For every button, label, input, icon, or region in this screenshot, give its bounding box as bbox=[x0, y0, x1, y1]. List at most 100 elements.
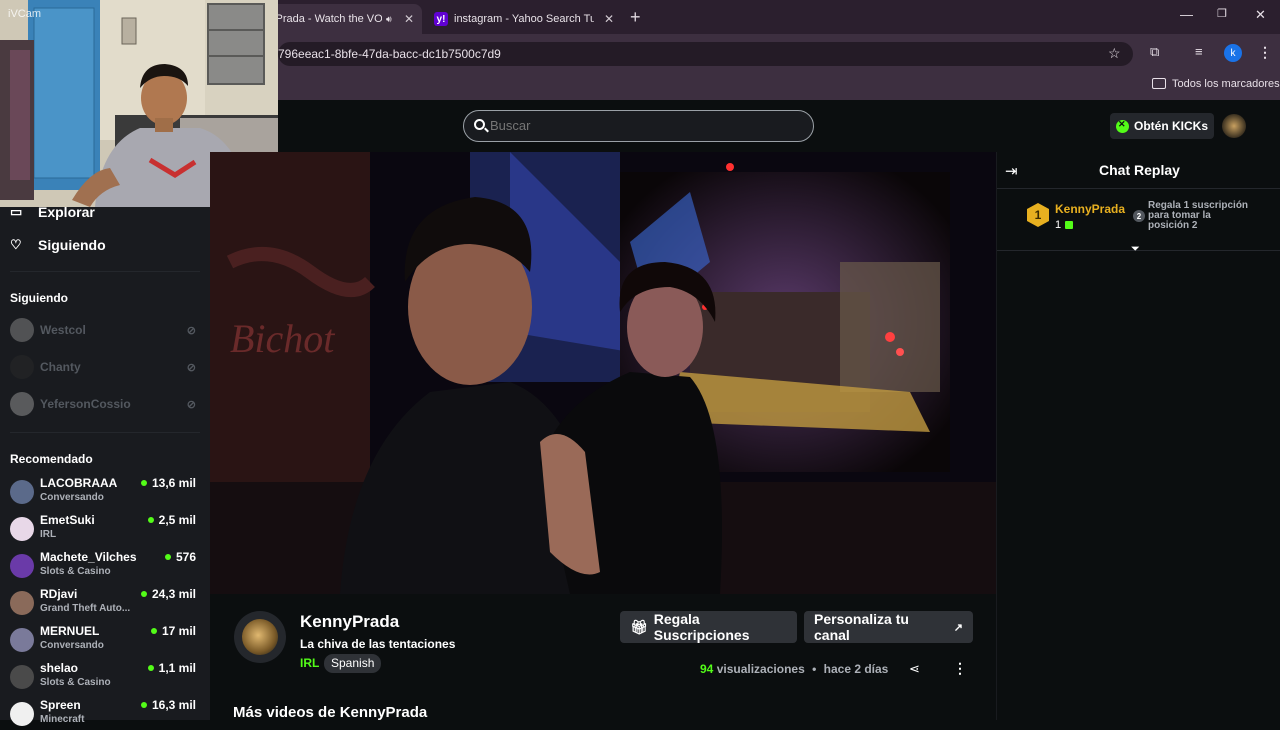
gift-icon: 🎁︎ bbox=[630, 618, 648, 635]
more-options-icon[interactable]: ⋮ bbox=[953, 660, 967, 677]
gift-cta-text[interactable]: Regala 1 suscripción para tomar la posic… bbox=[1148, 201, 1253, 231]
avatar bbox=[10, 591, 34, 615]
heart-icon: ♡ bbox=[10, 237, 22, 252]
viewer-count: 17 mil bbox=[151, 624, 196, 638]
avatar bbox=[10, 480, 34, 504]
new-tab-icon[interactable]: + bbox=[630, 7, 641, 28]
recommended-section-title: Recomendado bbox=[10, 452, 93, 466]
followed-channel[interactable]: Westcol ⊘ bbox=[10, 318, 196, 342]
channel-name: shelao bbox=[40, 661, 79, 675]
nav-label: Siguiendo bbox=[38, 237, 106, 253]
search-input[interactable] bbox=[490, 118, 666, 133]
recommended-channel[interactable]: RDjavi Grand Theft Auto... 24,3 mil bbox=[10, 587, 196, 619]
viewer-count: 16,3 mil bbox=[141, 698, 196, 712]
channel-name: RDjavi bbox=[40, 587, 78, 601]
webcam-label: iVCam bbox=[8, 8, 42, 20]
chat-title: Chat Replay bbox=[1099, 162, 1180, 178]
divider bbox=[10, 432, 200, 433]
minimize-icon[interactable]: — bbox=[1180, 7, 1193, 22]
browser-menu-icon[interactable]: ⋮ bbox=[1258, 44, 1272, 61]
views-meta: 94 visualizaciones • hace 2 días bbox=[700, 662, 888, 676]
browser-tab-yahoo[interactable]: y! instagram - Yahoo Search Tus r ✕ bbox=[426, 4, 622, 34]
recommended-channel[interactable]: Spreen Minecraft 16,3 mil bbox=[10, 698, 196, 730]
browser-tab-kick[interactable]: yPrada - Watch the VO 🔊︎ ✕ bbox=[262, 4, 422, 34]
divider bbox=[997, 188, 1280, 189]
close-tab-icon[interactable]: ✕ bbox=[404, 12, 414, 26]
followed-channel[interactable]: YefersonCossio ⊘ bbox=[10, 392, 196, 416]
channel-name: MERNUEL bbox=[40, 624, 100, 638]
collapse-chat-icon[interactable]: ⇥ bbox=[1005, 162, 1018, 180]
recommended-channel[interactable]: LACOBRAAA Conversando 13,6 mil bbox=[10, 476, 196, 508]
profile-avatar[interactable]: k bbox=[1224, 44, 1242, 62]
views-label: visualizaciones bbox=[716, 662, 805, 676]
channel-name: EmetSuki bbox=[40, 513, 95, 527]
close-tab-icon[interactable]: ✕ bbox=[604, 12, 614, 26]
channel-name: LACOBRAAA bbox=[40, 476, 118, 490]
avatar bbox=[10, 628, 34, 652]
channel-avatar[interactable] bbox=[234, 611, 286, 663]
sidebar-item-following[interactable]: ♡ Siguiendo bbox=[10, 237, 106, 253]
svg-text:Bichot: Bichot bbox=[230, 316, 335, 361]
offline-icon: ⊘ bbox=[186, 398, 196, 411]
gift-icon bbox=[1065, 221, 1073, 229]
avatar bbox=[10, 665, 34, 689]
channel-name: Machete_Vilches bbox=[40, 550, 137, 564]
channel-category: Slots & Casino bbox=[40, 677, 111, 688]
top-gifter-name[interactable]: KennyPrada bbox=[1055, 202, 1125, 216]
viewer-count: 13,6 mil bbox=[141, 476, 196, 490]
channel-category: Grand Theft Auto... bbox=[40, 603, 131, 614]
channel-category: Conversando bbox=[40, 492, 104, 503]
folder-icon bbox=[1152, 78, 1166, 89]
all-bookmarks-link[interactable]: Todos los marcadores bbox=[1172, 78, 1280, 90]
more-videos-title: Más videos de KennyPrada bbox=[233, 704, 428, 721]
language-tag[interactable]: Spanish bbox=[324, 654, 382, 673]
audio-icon[interactable]: 🔊︎ bbox=[386, 14, 392, 25]
search-icon bbox=[474, 119, 485, 130]
gift-subs-button[interactable]: 🎁︎ Regala Suscripciones bbox=[620, 611, 797, 643]
gift-subs-label: Regala Suscripciones bbox=[653, 611, 750, 643]
extensions-icon[interactable]: ⧉ bbox=[1150, 44, 1159, 60]
recommended-channel[interactable]: MERNUEL Conversando 17 mil bbox=[10, 624, 196, 656]
external-link-icon: ↗ bbox=[953, 621, 963, 634]
profile-initial: k bbox=[1230, 47, 1236, 59]
category-link[interactable]: IRL bbox=[300, 656, 319, 670]
video-frame: Bichot bbox=[210, 152, 996, 594]
url-field[interactable]: 796eeac1-8bfe-47da-bacc-dc1b7500c7d9 bbox=[278, 42, 1133, 66]
viewer-count: 24,3 mil bbox=[141, 587, 196, 601]
close-window-icon[interactable]: ✕ bbox=[1255, 7, 1266, 23]
chat-panel bbox=[996, 152, 1280, 720]
viewer-count: 2,5 mil bbox=[148, 513, 196, 527]
channel-name: Chanty bbox=[40, 360, 81, 374]
share-icon[interactable]: ⋖ bbox=[909, 661, 920, 677]
avatar bbox=[10, 517, 34, 541]
channel-name[interactable]: KennyPrada bbox=[300, 612, 399, 632]
recommended-channel[interactable]: Machete_Vilches Slots & Casino 576 bbox=[10, 550, 196, 582]
expand-leaderboard-icon[interactable]: ⏷ bbox=[1131, 243, 1140, 256]
video-player[interactable]: Bichot bbox=[210, 152, 996, 594]
get-kicks-label: Obtén KICKs bbox=[1134, 119, 1209, 133]
followed-channel[interactable]: Chanty ⊘ bbox=[10, 355, 196, 379]
url-text: 796eeac1-8bfe-47da-bacc-dc1b7500c7d9 bbox=[278, 47, 501, 61]
avatar bbox=[10, 392, 34, 416]
avatar bbox=[10, 702, 34, 726]
recommended-channel[interactable]: EmetSuki IRL 2,5 mil bbox=[10, 513, 196, 545]
viewer-count: 1,1 mil bbox=[148, 661, 196, 675]
meta-separator: • bbox=[812, 662, 817, 676]
bookmark-star-icon[interactable]: ☆ bbox=[1108, 45, 1121, 62]
customize-label: Personaliza tu canal bbox=[814, 611, 909, 643]
following-section-title: Siguiendo bbox=[10, 291, 68, 305]
recommended-channel[interactable]: shelao Slots & Casino 1,1 mil bbox=[10, 661, 196, 693]
offline-icon: ⊘ bbox=[186, 324, 196, 337]
offline-icon: ⊘ bbox=[186, 361, 196, 374]
customize-channel-button[interactable]: Personaliza tu canal ↗ bbox=[804, 611, 973, 643]
channel-name: Spreen bbox=[40, 698, 81, 712]
channel-category: Slots & Casino bbox=[40, 566, 111, 577]
tab-label: instagram - Yahoo Search Tus r bbox=[454, 13, 594, 25]
get-kicks-button[interactable]: Obtén KICKs bbox=[1110, 113, 1214, 139]
views-count: 94 bbox=[700, 662, 714, 676]
channel-name: YefersonCossio bbox=[40, 397, 131, 411]
restore-icon[interactable]: ❐ bbox=[1217, 7, 1227, 20]
user-avatar[interactable] bbox=[1222, 114, 1246, 138]
media-control-icon[interactable]: ≡ bbox=[1195, 44, 1203, 59]
tab-label: yPrada - Watch the VO bbox=[270, 13, 382, 25]
